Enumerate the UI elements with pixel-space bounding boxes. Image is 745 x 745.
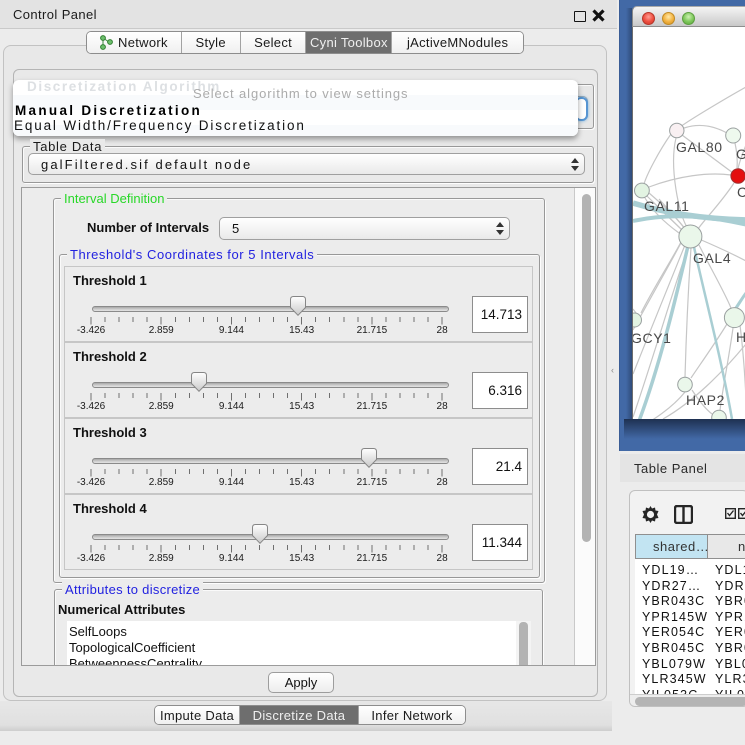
svg-text:H: H [736, 329, 745, 345]
svg-text:C: C [737, 184, 745, 200]
svg-text:GA: GA [736, 146, 745, 162]
svg-text:HAP2: HAP2 [686, 392, 725, 408]
svg-text:GAL4: GAL4 [693, 250, 731, 266]
svg-text:GAL11: GAL11 [644, 198, 690, 214]
svg-text:GCY1: GCY1 [633, 330, 672, 346]
svg-text:GAL80: GAL80 [676, 139, 723, 155]
